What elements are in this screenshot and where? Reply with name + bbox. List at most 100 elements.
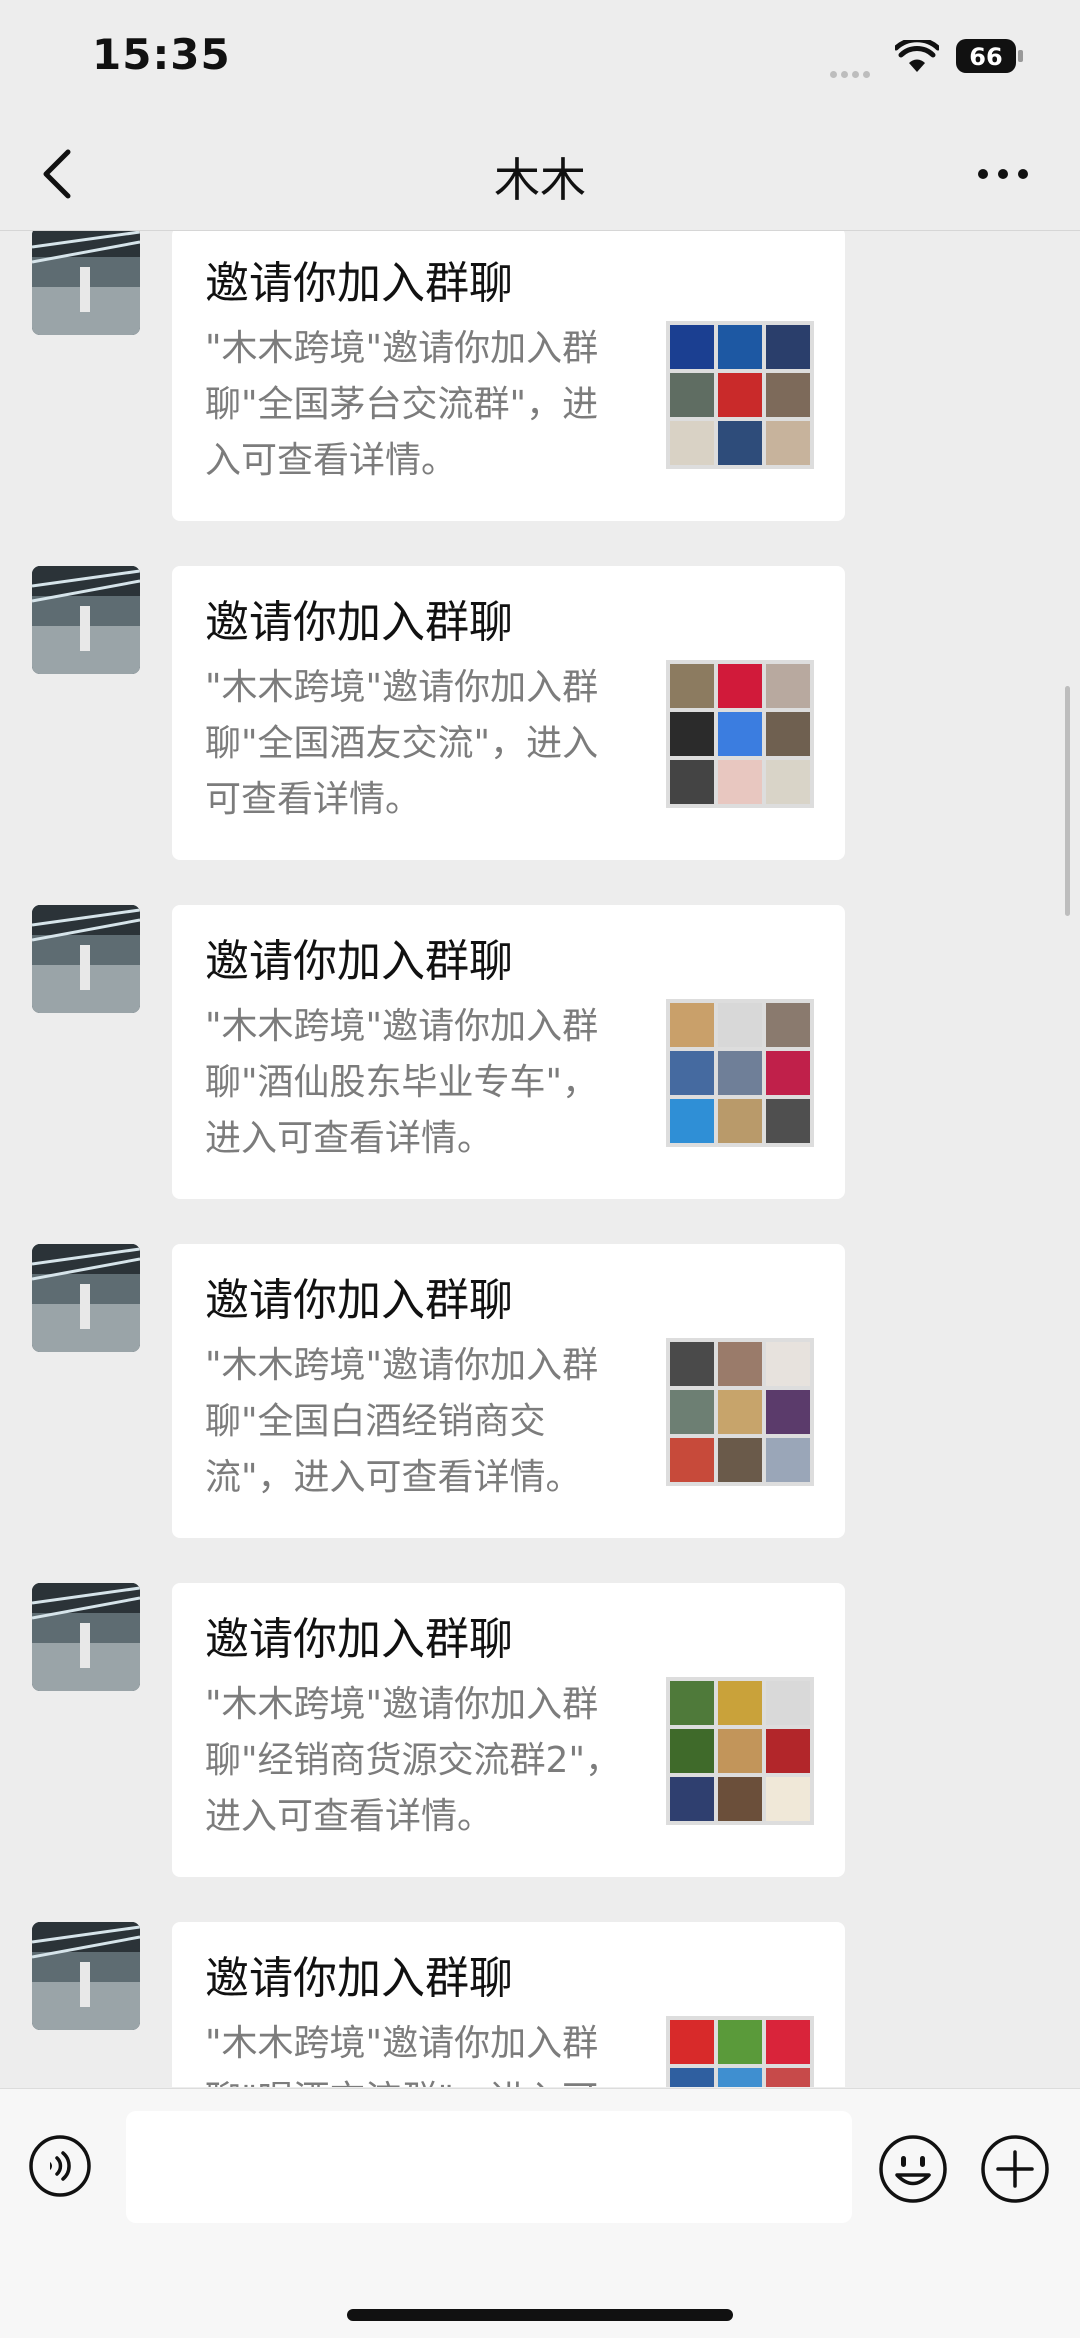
member-avatar-tile xyxy=(718,1777,762,1821)
member-avatar-tile xyxy=(766,1777,810,1821)
group-invite-card[interactable]: 邀请你加入群聊 "木木跨境"邀请你加入群聊"全国茅台交流群"，进入可查看详情。 xyxy=(172,231,845,521)
member-avatar-tile xyxy=(766,2068,810,2087)
member-avatar-tile xyxy=(718,1729,762,1773)
input-bar xyxy=(0,2088,1080,2338)
member-avatar-tile xyxy=(670,1438,714,1482)
member-avatar-tile xyxy=(670,1390,714,1434)
member-avatar-tile xyxy=(766,1099,810,1143)
invite-description: "木木跨境"邀请你加入群聊"全国白酒经销商交流"，进入可查看详情。 xyxy=(205,1345,599,1498)
member-avatar-tile xyxy=(718,1342,762,1386)
member-avatar-tile xyxy=(670,2068,714,2087)
group-avatar-grid xyxy=(666,1338,814,1486)
battery-level: 66 xyxy=(969,43,1002,71)
member-avatar-tile xyxy=(766,325,810,369)
emoji-icon[interactable] xyxy=(878,2134,948,2204)
avatar[interactable] xyxy=(32,231,140,335)
member-avatar-tile xyxy=(670,2020,714,2064)
member-avatar-tile xyxy=(718,1438,762,1482)
group-avatar-grid xyxy=(666,1677,814,1825)
scrollbar-thumb[interactable] xyxy=(1065,686,1070,916)
invite-description: "木木跨境"邀请你加入群聊"全国茅台交流群"，进入可查看详情。 xyxy=(205,328,599,481)
member-avatar-tile xyxy=(670,421,714,465)
member-avatar-tile xyxy=(670,1099,714,1143)
member-avatar-tile xyxy=(766,1438,810,1482)
message-row: 邀请你加入群聊 "木木跨境"邀请你加入群聊"全国茅台交流群"，进入可查看详情。 xyxy=(0,231,1080,521)
nav-bar: 木木 xyxy=(0,118,1080,231)
avatar[interactable] xyxy=(32,566,140,674)
group-invite-card[interactable]: 邀请你加入群聊 "木木跨境"邀请你加入群聊"全国酒友交流"，进入可查看详情。 xyxy=(172,566,845,860)
invite-title: 邀请你加入群聊 xyxy=(205,936,513,987)
member-avatar-tile xyxy=(766,1342,810,1386)
avatar[interactable] xyxy=(32,1244,140,1352)
message-row: 邀请你加入群聊 "木木跨境"邀请你加入群聊"全国酒友交流"，进入可查看详情。 xyxy=(0,566,1080,860)
member-avatar-tile xyxy=(718,760,762,804)
group-avatar-grid xyxy=(666,999,814,1147)
member-avatar-tile xyxy=(718,1390,762,1434)
group-invite-card[interactable]: 邀请你加入群聊 "木木跨境"邀请你加入群聊"经销商货源交流群2"，进入可查看详情… xyxy=(172,1583,845,1877)
group-avatar-grid xyxy=(666,660,814,808)
status-time: 15:35 xyxy=(92,30,231,79)
member-avatar-tile xyxy=(766,421,810,465)
more-options-icon[interactable] xyxy=(975,164,1031,184)
invite-title: 邀请你加入群聊 xyxy=(205,1275,513,1326)
member-avatar-tile xyxy=(718,1051,762,1095)
member-avatar-tile xyxy=(718,373,762,417)
invite-description: "木木跨境"邀请你加入群聊"全国酒友交流"，进入可查看详情。 xyxy=(205,667,599,820)
member-avatar-tile xyxy=(766,2020,810,2064)
avatar[interactable] xyxy=(32,1583,140,1691)
invite-description: "木木跨境"邀请你加入群聊"喝酒交流群"，进入可查看详情。 xyxy=(205,2023,599,2087)
avatar-image xyxy=(32,905,140,1013)
member-avatar-tile xyxy=(766,1003,810,1047)
avatar-image xyxy=(32,1922,140,2030)
member-avatar-tile xyxy=(670,373,714,417)
voice-input-icon[interactable] xyxy=(28,2134,92,2198)
invite-title: 邀请你加入群聊 xyxy=(205,258,513,309)
avatar-image xyxy=(32,566,140,674)
avatar-image xyxy=(32,1244,140,1352)
invite-title: 邀请你加入群聊 xyxy=(205,597,513,648)
member-avatar-tile xyxy=(718,712,762,756)
member-avatar-tile xyxy=(670,1051,714,1095)
group-invite-card[interactable]: 邀请你加入群聊 "木木跨境"邀请你加入群聊"喝酒交流群"，进入可查看详情。 xyxy=(172,1922,845,2087)
member-avatar-tile xyxy=(718,1681,762,1725)
avatar-image xyxy=(32,231,140,335)
member-avatar-tile xyxy=(718,1003,762,1047)
group-avatar-grid xyxy=(666,321,814,469)
chat-message-list[interactable]: 邀请你加入群聊 "木木跨境"邀请你加入群聊"全国茅台交流群"，进入可查看详情。 … xyxy=(0,231,1080,2087)
invite-title: 邀请你加入群聊 xyxy=(205,1614,513,1665)
member-avatar-tile xyxy=(718,664,762,708)
member-avatar-tile xyxy=(670,1681,714,1725)
member-avatar-tile xyxy=(718,325,762,369)
member-avatar-tile xyxy=(766,664,810,708)
member-avatar-tile xyxy=(670,1342,714,1386)
message-input[interactable] xyxy=(126,2111,852,2223)
status-bar: 15:35 66 xyxy=(0,0,1080,118)
home-indicator xyxy=(347,2309,733,2321)
avatar-image xyxy=(32,1583,140,1691)
group-avatar-grid xyxy=(666,2016,814,2087)
message-row: 邀请你加入群聊 "木木跨境"邀请你加入群聊"全国白酒经销商交流"，进入可查看详情… xyxy=(0,1244,1080,1538)
invite-description: "木木跨境"邀请你加入群聊"酒仙股东毕业专车"，进入可查看详情。 xyxy=(205,1006,599,1159)
avatar[interactable] xyxy=(32,905,140,1013)
member-avatar-tile xyxy=(766,1051,810,1095)
group-invite-card[interactable]: 邀请你加入群聊 "木木跨境"邀请你加入群聊"全国白酒经销商交流"，进入可查看详情… xyxy=(172,1244,845,1538)
chat-title: 木木 xyxy=(494,153,586,207)
invite-title: 邀请你加入群聊 xyxy=(205,1953,513,2004)
add-more-icon[interactable] xyxy=(980,2134,1050,2204)
member-avatar-tile xyxy=(718,2020,762,2064)
member-avatar-tile xyxy=(718,2068,762,2087)
member-avatar-tile xyxy=(718,421,762,465)
member-avatar-tile xyxy=(670,1777,714,1821)
message-row: 邀请你加入群聊 "木木跨境"邀请你加入群聊"喝酒交流群"，进入可查看详情。 xyxy=(0,1922,1080,2087)
avatar[interactable] xyxy=(32,1922,140,2030)
battery-icon: 66 xyxy=(956,39,1023,73)
message-row: 邀请你加入群聊 "木木跨境"邀请你加入群聊"酒仙股东毕业专车"，进入可查看详情。 xyxy=(0,905,1080,1199)
member-avatar-tile xyxy=(670,1003,714,1047)
member-avatar-tile xyxy=(670,664,714,708)
member-avatar-tile xyxy=(670,760,714,804)
cellular-signal-icon xyxy=(830,63,874,82)
group-invite-card[interactable]: 邀请你加入群聊 "木木跨境"邀请你加入群聊"酒仙股东毕业专车"，进入可查看详情。 xyxy=(172,905,845,1199)
member-avatar-tile xyxy=(670,325,714,369)
member-avatar-tile xyxy=(766,1681,810,1725)
member-avatar-tile xyxy=(766,712,810,756)
